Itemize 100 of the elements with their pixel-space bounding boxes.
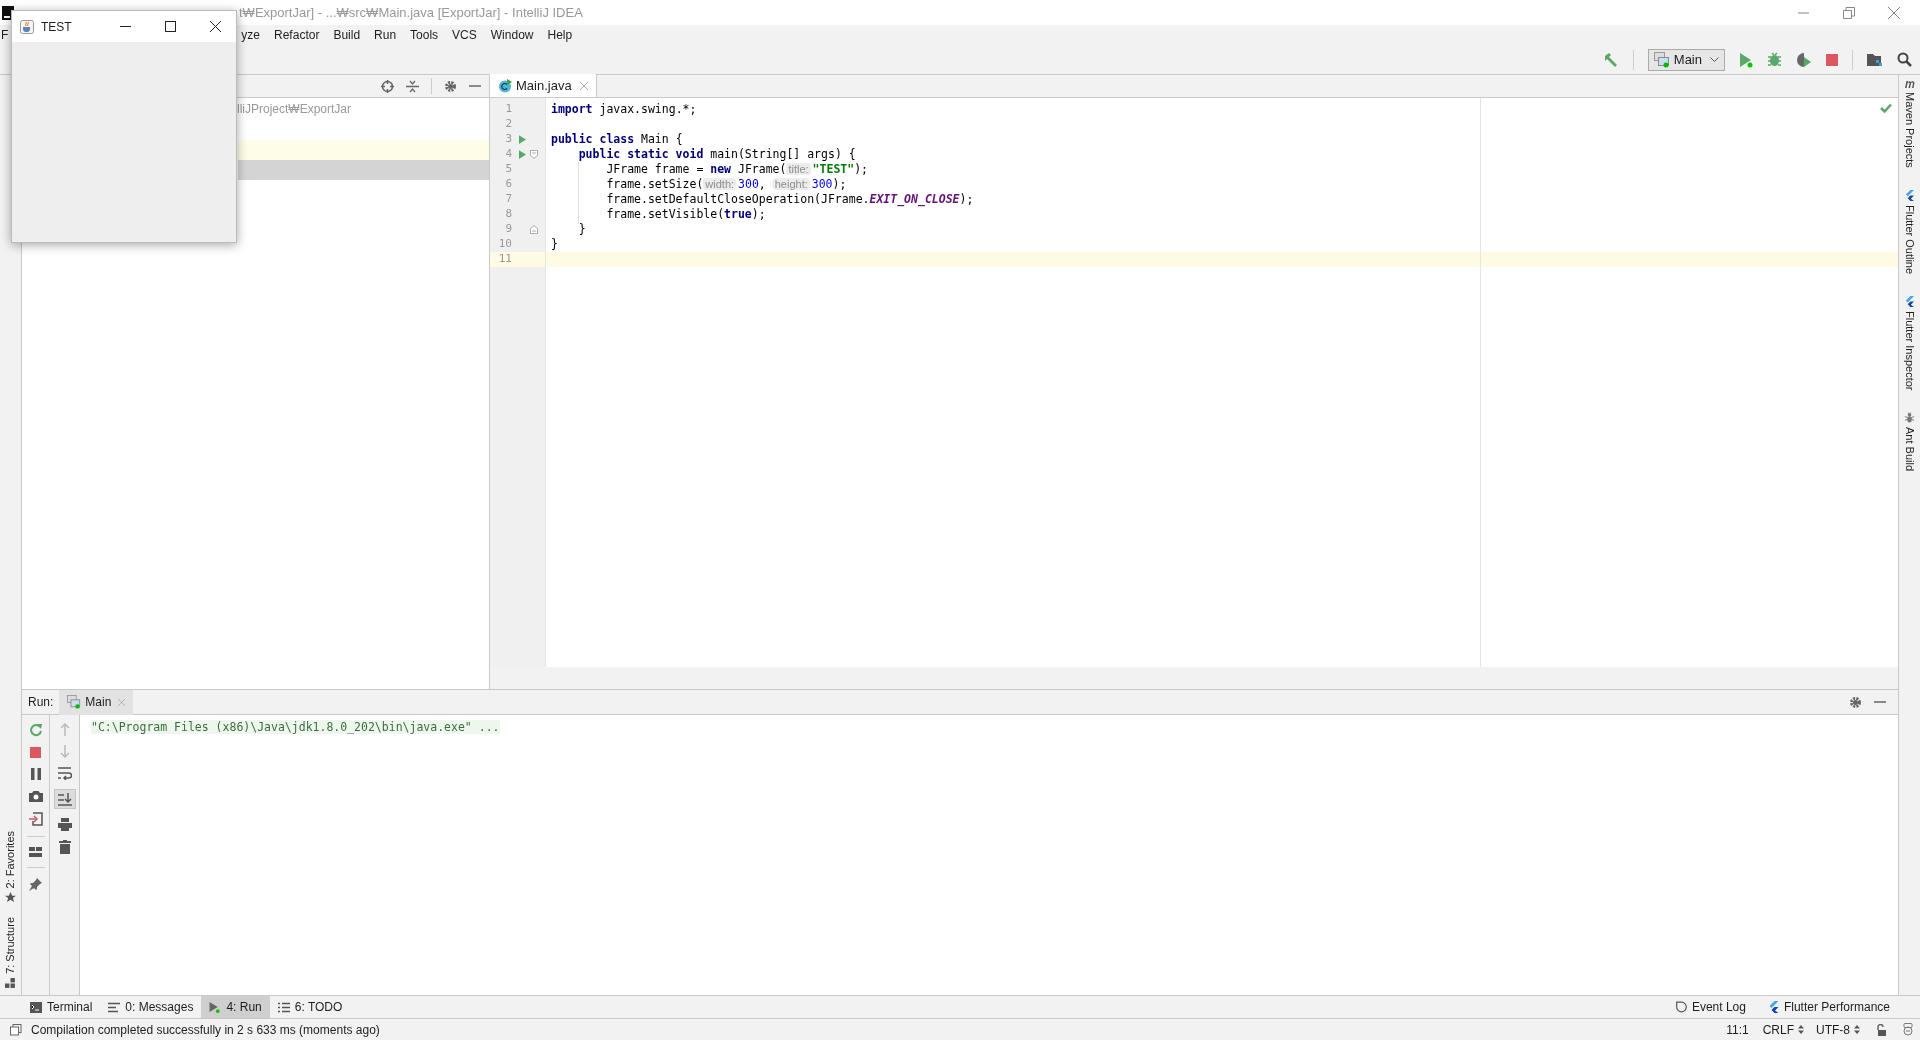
menu-item[interactable]: Run	[374, 26, 397, 44]
tool-window-button[interactable]: Flutter Inspector	[1901, 310, 1918, 391]
line-number: 11	[497, 251, 512, 268]
menu-item[interactable]: Tools	[410, 26, 439, 44]
window-icon	[1653, 51, 1670, 68]
status-square-icon[interactable]	[10, 1023, 22, 1036]
code-line: public static void main(String[] args) {	[577, 147, 856, 162]
structure-icon	[5, 978, 16, 989]
line-number: 5	[504, 161, 512, 178]
pause-icon[interactable]	[30, 768, 41, 780]
run-icon[interactable]	[1739, 51, 1753, 68]
tool-window-tab[interactable]: Event Log	[1675, 998, 1746, 1016]
code-line: }	[550, 237, 558, 252]
line-number: 7	[504, 191, 512, 208]
folder-icon[interactable]	[1867, 52, 1883, 67]
tool-window-tab[interactable]: Terminal	[22, 996, 101, 1018]
code-line: frame.setSize( width: 300, height: 300);	[605, 177, 847, 192]
flutter-icon	[1905, 295, 1914, 307]
project-path: lliJProject₩ExportJar	[237, 101, 352, 118]
window-title: TEST	[41, 18, 72, 36]
star-icon	[5, 892, 16, 904]
menu-item[interactable]: Build	[333, 26, 361, 44]
stop-icon[interactable]	[1826, 53, 1838, 66]
encoding[interactable]: UTF-8	[1816, 1020, 1850, 1039]
bug-icon[interactable]	[1767, 52, 1782, 67]
scroll-to-end-button[interactable]	[53, 789, 76, 809]
tool-window-button[interactable]: Ant Build	[1901, 427, 1918, 472]
check-icon	[1880, 103, 1892, 113]
menu-item[interactable]: Help	[547, 26, 573, 44]
coverage-icon[interactable]	[1796, 51, 1812, 68]
collapse-icon[interactable]	[406, 79, 419, 93]
menu-item[interactable]: F	[1, 26, 9, 44]
line-number: 10	[497, 236, 512, 253]
class-icon	[498, 78, 512, 93]
line-number: 3	[504, 131, 512, 148]
lock-icon[interactable]	[1876, 1023, 1886, 1036]
tool-window-tab[interactable]: 0: Messages	[100, 996, 202, 1018]
hammer-icon[interactable]	[1602, 51, 1619, 68]
updown-icon	[1854, 1025, 1860, 1034]
tool-window-button[interactable]: Maven Projects	[1901, 92, 1918, 168]
line-number: 1	[504, 101, 512, 118]
window-icon	[67, 695, 82, 709]
code-line: }	[577, 222, 586, 237]
line-number: 9	[504, 221, 512, 238]
trash-icon[interactable]	[58, 840, 71, 854]
rerun-icon[interactable]	[28, 723, 43, 737]
camera-icon[interactable]	[28, 790, 43, 802]
print-icon[interactable]	[57, 818, 72, 831]
run-tab[interactable]: Main	[59, 689, 134, 715]
tool-window-tab[interactable]: 6: TODO	[269, 996, 351, 1018]
code-line: frame.setDefaultCloseOperation(JFrame.EXIT_ON_CLOSE);	[605, 192, 974, 207]
menu-item[interactable]: yze	[241, 26, 261, 44]
layout-icon[interactable]	[29, 847, 42, 857]
flutter-icon	[1905, 189, 1914, 201]
tool-window-button[interactable]: 2: Favorites	[2, 830, 19, 889]
line-separator[interactable]: CRLF	[1762, 1020, 1794, 1039]
menu-item[interactable]: VCS	[452, 26, 477, 44]
letter-m-icon	[1903, 79, 1916, 88]
editor-tab[interactable]: Main.java	[490, 74, 597, 97]
exit-icon[interactable]	[28, 812, 43, 826]
maximize-icon[interactable]	[165, 21, 176, 32]
list-icon	[277, 1001, 290, 1013]
fold-icon[interactable]	[530, 225, 538, 234]
code-line: frame.setVisible(true);	[605, 207, 766, 222]
code-line: JFrame frame = new JFrame( title: "TEST");	[605, 162, 868, 177]
line-number: 6	[504, 176, 512, 193]
settings-icon[interactable]	[444, 79, 457, 93]
tool-window-button[interactable]: Flutter Outline	[1901, 204, 1918, 274]
restore-icon[interactable]	[1843, 6, 1855, 19]
terminal-icon	[30, 1001, 42, 1013]
tool-window-button[interactable]: 7: Structure	[2, 917, 19, 974]
line-number: 2	[504, 116, 512, 133]
code-line: import javax.swing.*;	[550, 102, 697, 117]
ant-icon	[1904, 412, 1915, 424]
crosshair-icon[interactable]	[381, 79, 394, 93]
updown-icon	[1798, 1025, 1804, 1034]
pin-icon[interactable]	[29, 878, 42, 891]
window-title: t₩ExportJar] - ...₩src₩Main.java [ExportJar] - IntelliJ IDEA	[239, 3, 583, 22]
tool-window-tab[interactable]: 4: Run	[201, 996, 270, 1018]
tool-window-tab[interactable]: Flutter Performance	[1767, 998, 1890, 1016]
menu-item[interactable]: Window	[490, 26, 534, 44]
menu-item[interactable]: Refactor	[274, 26, 320, 44]
speech-bubble-icon	[1675, 1001, 1687, 1013]
run-label: Run:	[27, 694, 55, 711]
fold-icon[interactable]	[530, 150, 538, 159]
chevron-down-icon	[1710, 56, 1719, 63]
flutter-icon	[1767, 1001, 1779, 1013]
line-number: 4	[504, 146, 512, 163]
code-line: public class Main {	[550, 132, 683, 147]
cup-icon	[20, 19, 34, 34]
caret-position[interactable]: 11:1	[1726, 1020, 1749, 1039]
search-icon[interactable]	[1897, 52, 1912, 67]
run-icon	[209, 1001, 222, 1013]
close-icon[interactable]	[210, 21, 221, 32]
lines-icon	[108, 1001, 121, 1013]
run-configuration-dropdown[interactable]: Main	[1647, 48, 1725, 71]
wrap-icon[interactable]	[57, 767, 72, 780]
status-message: Compilation completed successfully in 2 s 633 ms (moments ago)	[31, 1021, 380, 1039]
settings-icon[interactable]	[1849, 695, 1862, 709]
line-number: 8	[504, 206, 512, 223]
